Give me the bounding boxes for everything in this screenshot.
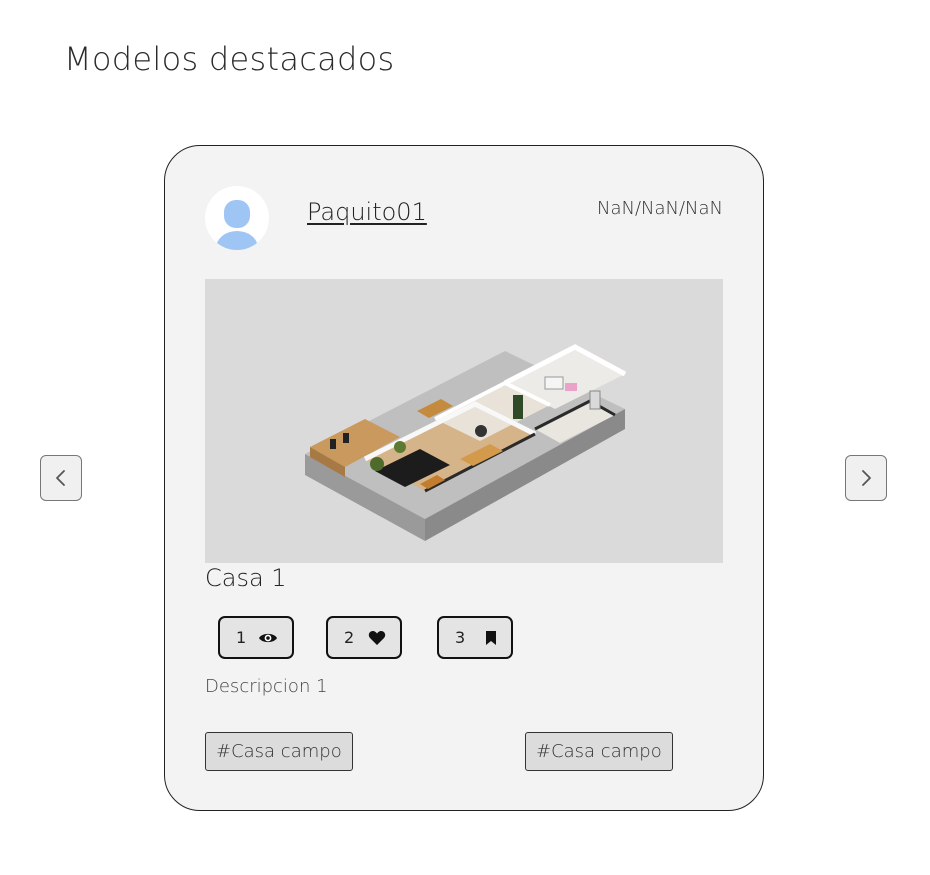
avatar[interactable] bbox=[205, 186, 269, 250]
post-date: NaN/NaN/NaN bbox=[596, 198, 723, 219]
saves-counter[interactable]: 3 bbox=[437, 616, 513, 659]
user-avatar-icon bbox=[216, 200, 258, 250]
saves-count: 3 bbox=[455, 628, 466, 647]
eye-icon bbox=[259, 633, 277, 642]
carousel-prev-button[interactable] bbox=[40, 455, 82, 501]
floor-plan-3d-illustration bbox=[305, 344, 627, 541]
model-description: Descripcion 1 bbox=[205, 676, 328, 697]
tag-chip[interactable]: #Casa campo bbox=[525, 732, 673, 771]
chevron-right-icon bbox=[862, 470, 871, 486]
views-counter[interactable]: 1 bbox=[218, 616, 294, 659]
model-card[interactable]: Paquito01 NaN/NaN/NaN Casa 1 1 2 3 Descr… bbox=[164, 145, 764, 811]
heart-icon bbox=[368, 630, 386, 645]
model-title: Casa 1 bbox=[205, 564, 287, 592]
section-title: Modelos destacados bbox=[64, 40, 395, 78]
bookmark-icon bbox=[486, 630, 496, 645]
chevron-left-icon bbox=[56, 470, 65, 486]
likes-count: 2 bbox=[344, 628, 355, 647]
username-link[interactable]: Paquito01 bbox=[307, 198, 427, 226]
model-preview-image[interactable] bbox=[205, 279, 723, 563]
views-count: 1 bbox=[236, 628, 247, 647]
likes-counter[interactable]: 2 bbox=[326, 616, 402, 659]
tag-chip[interactable]: #Casa campo bbox=[205, 732, 353, 771]
carousel-next-button[interactable] bbox=[845, 455, 887, 501]
